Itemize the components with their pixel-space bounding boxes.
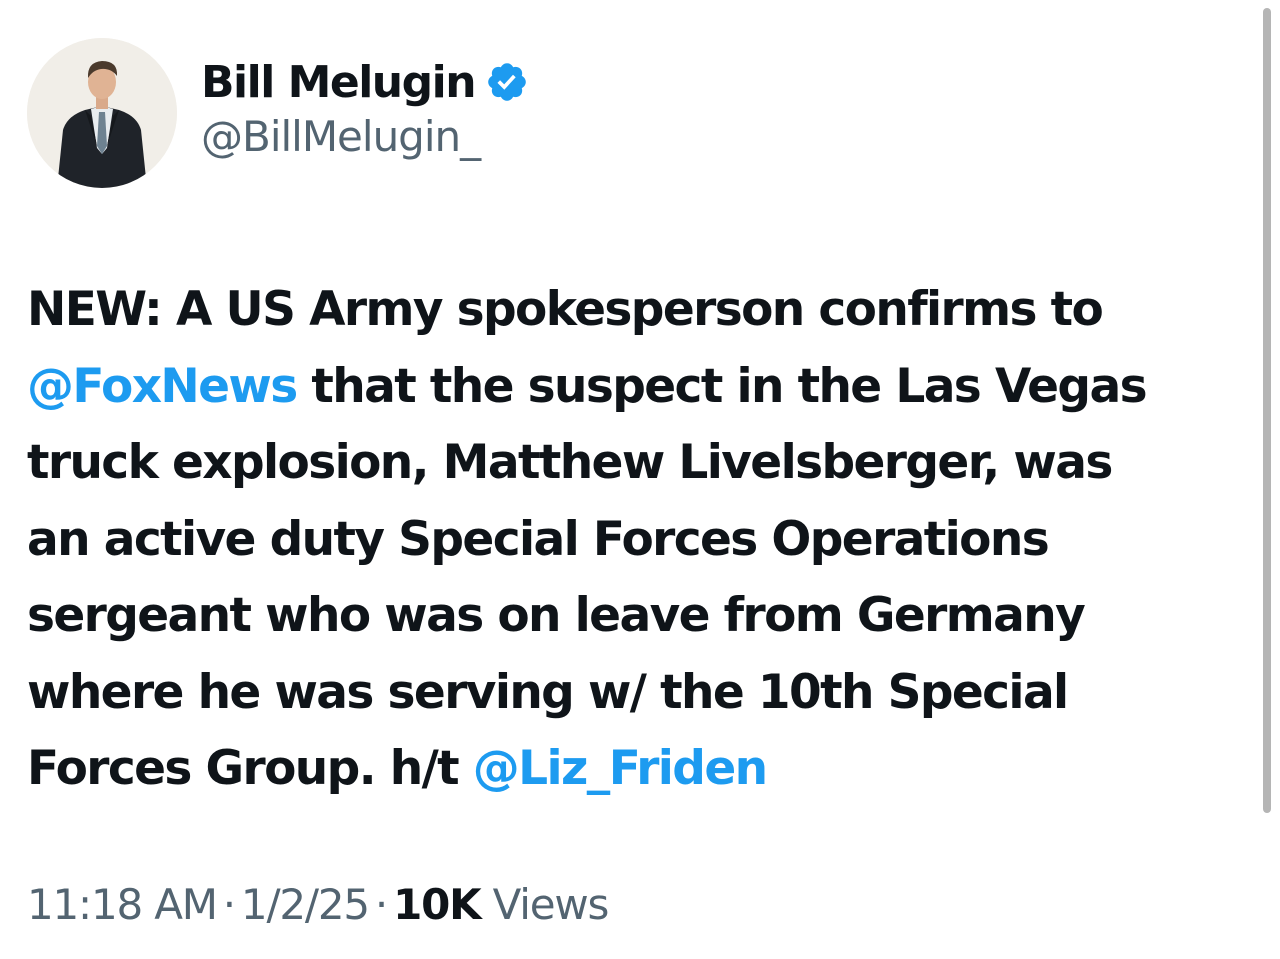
mention-link[interactable]: @FoxNews <box>27 359 298 414</box>
author-handle[interactable]: @BillMelugin_ <box>201 112 481 161</box>
verified-badge-icon <box>485 60 529 104</box>
tweet-text-line: sergeant who was on leave from Germany <box>27 578 1242 655</box>
tweet-text-segment: where he was serving w/ the 10th Special <box>27 664 1069 720</box>
meta-separator: · <box>222 880 236 929</box>
scrollbar[interactable] <box>1263 8 1271 813</box>
tweet-time[interactable]: 11:18 AM <box>27 880 218 929</box>
meta-separator: · <box>374 880 388 929</box>
tweet-text-line: @FoxNews that the suspect in the Las Veg… <box>27 349 1242 426</box>
author-avatar[interactable] <box>27 38 177 188</box>
mention-link[interactable]: @Liz_Friden <box>473 741 768 796</box>
tweet-text-segment: sergeant who was on leave from Germany <box>27 588 1086 643</box>
tweet-text-line: Forces Group. h/t @Liz_Friden <box>27 731 1242 808</box>
tweet-text: NEW: A US Army spokesperson confirms to @… <box>27 272 1242 808</box>
tweet-text-segment: NEW: A US Army spokesperson confirms to <box>27 282 1104 337</box>
tweet-text-line: an active duty Special Forces Operations <box>27 502 1242 579</box>
views-label: Views <box>492 880 610 929</box>
tweet-text-segment: Forces Group. h/t <box>27 741 473 796</box>
tweet-meta: 11:18 AM · 1/2/25 · 10K Views <box>27 880 610 929</box>
author-name-row[interactable]: Bill Melugin <box>201 52 529 112</box>
tweet-text-segment: that the suspect in the Las Vegas <box>296 358 1147 414</box>
author-display-name[interactable]: Bill Melugin <box>201 57 477 108</box>
tweet-date[interactable]: 1/2/25 <box>241 880 370 929</box>
avatar-image <box>27 38 177 188</box>
tweet-text-line: where he was serving w/ the 10th Special <box>27 655 1242 732</box>
tweet-text-segment: an active duty Special Forces Operations <box>27 511 1050 567</box>
views-count: 10K <box>393 880 482 929</box>
tweet-text-line: NEW: A US Army spokesperson confirms to <box>27 272 1242 349</box>
tweet-text-line: truck explosion, Matthew Livelsberger, w… <box>27 425 1242 502</box>
tweet-card: Bill Melugin @BillMelugin_ NEW: A US Arm… <box>0 0 1280 959</box>
tweet-text-segment: truck explosion, Matthew Livelsberger, w… <box>27 435 1113 490</box>
